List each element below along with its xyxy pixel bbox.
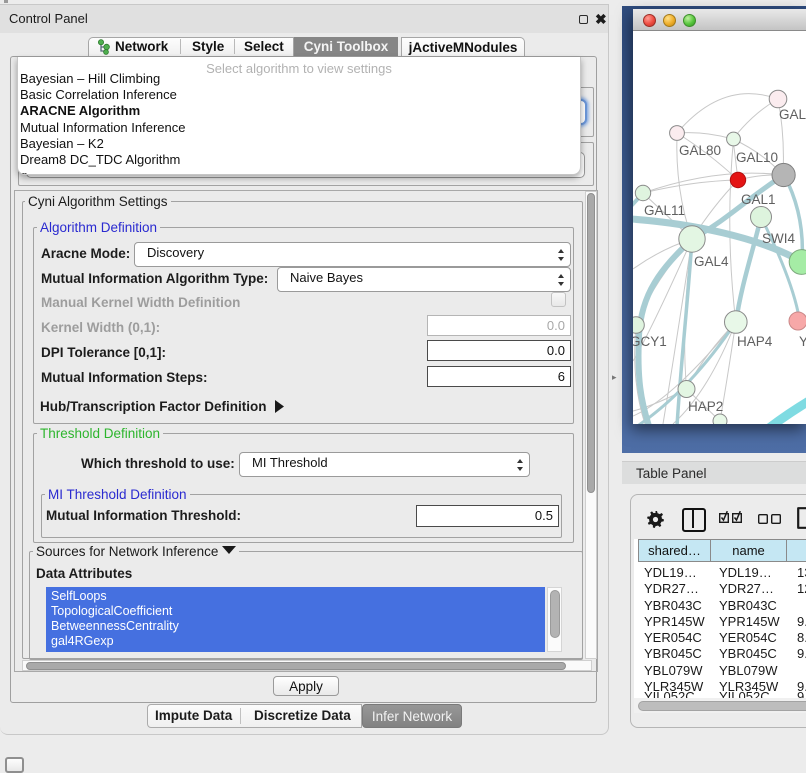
svg-text:GAL4: GAL4 xyxy=(694,254,729,269)
svg-text:HAP2: HAP2 xyxy=(688,399,723,414)
svg-text:GAL1: GAL1 xyxy=(741,192,776,207)
svg-text:HAP4: HAP4 xyxy=(737,334,773,349)
svg-text:GAL10: GAL10 xyxy=(736,150,778,165)
svg-text:GAL11: GAL11 xyxy=(644,203,685,218)
svg-text:Y: Y xyxy=(799,334,806,349)
svg-text:GCY1: GCY1 xyxy=(633,334,667,349)
svg-text:SWI4: SWI4 xyxy=(762,231,795,246)
svg-text:GAL80: GAL80 xyxy=(679,143,721,158)
svg-text:GAL: GAL xyxy=(779,107,806,122)
